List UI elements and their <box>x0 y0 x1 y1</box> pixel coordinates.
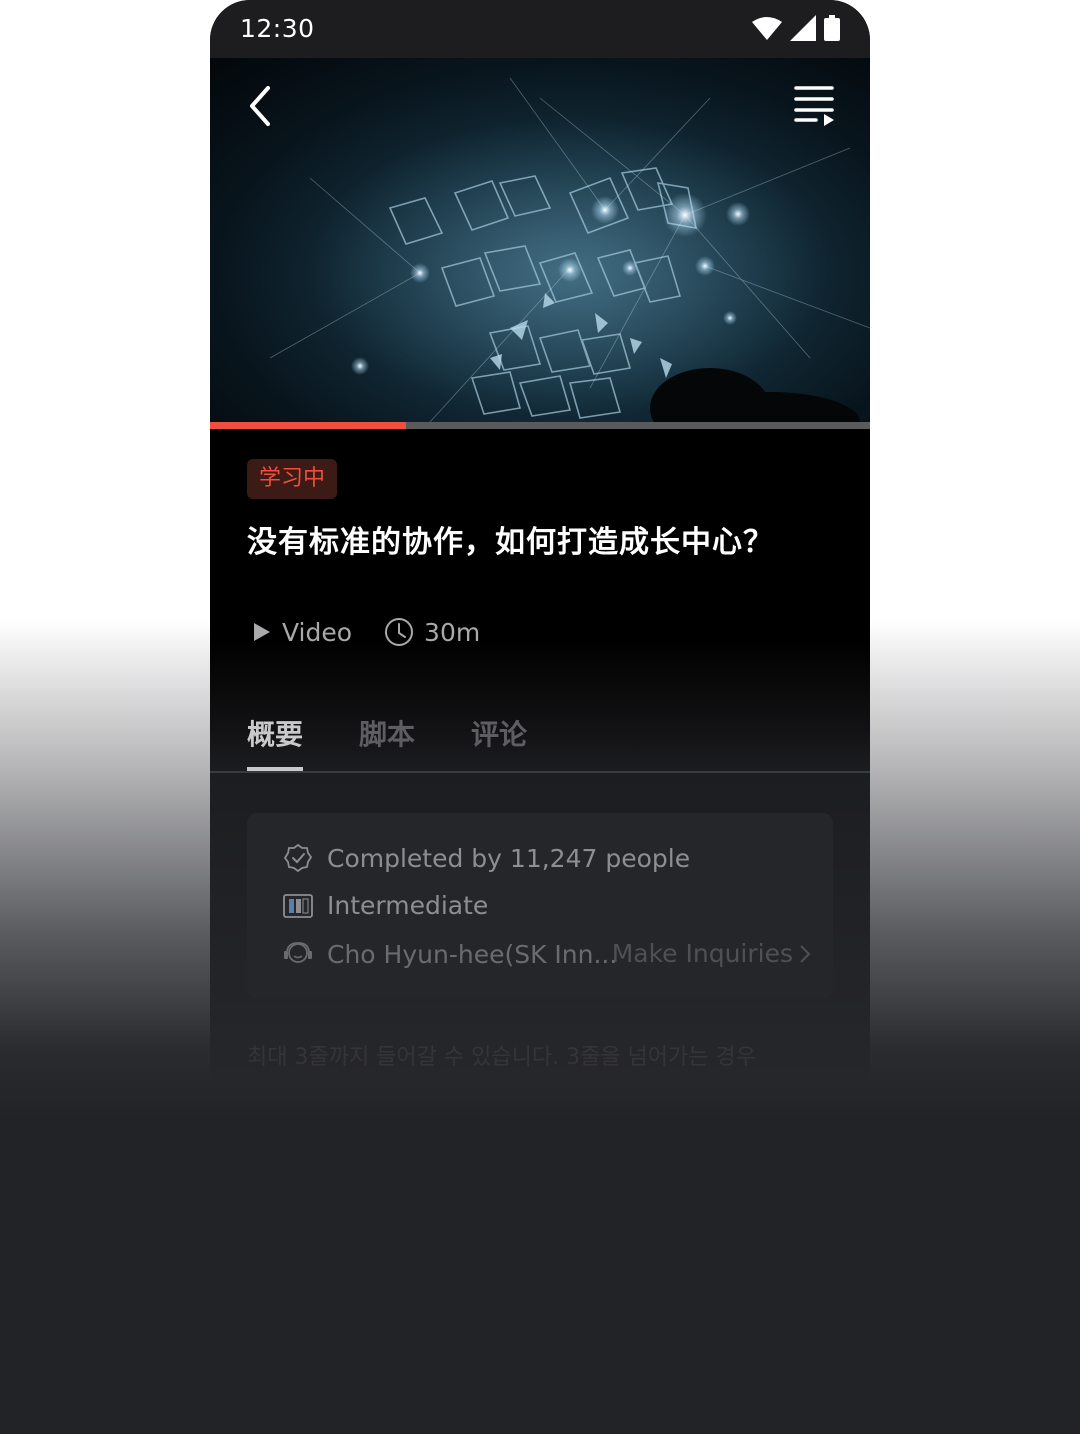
content-duration: 30m <box>384 617 480 647</box>
play-icon <box>254 623 270 641</box>
instructor-row: Cho Hyun-hee(SK Inn... <box>283 939 617 969</box>
difficulty-level: Intermediate <box>327 891 489 920</box>
battery-icon <box>824 15 840 41</box>
course-info-card: Completed by 11,247 people Intermediate <box>247 813 833 999</box>
playlist-button[interactable] <box>792 84 836 126</box>
tab-divider <box>210 771 870 773</box>
course-title: 没有标准的协作，如何打造成长中心？ <box>247 525 774 560</box>
playlist-icon <box>794 86 834 126</box>
status-badge: 学习中 <box>247 459 338 499</box>
tab-bar: 概要 脚本 评论 <box>247 713 527 771</box>
video-progress-fill <box>210 422 407 429</box>
content-type: Video <box>252 618 352 647</box>
course-description: 최대 3줄까지 들어갈 수 있습니다. 3줄을 넘어가는 경우 <box>247 1045 756 1070</box>
duration-label: 30m <box>424 617 481 647</box>
course-content: 学习中 没有标准的协作，如何打造成长中心？ Video 30m 概要 脚本 评论 <box>210 429 870 1080</box>
make-inquiries-link[interactable]: Make Inquiries <box>612 939 811 968</box>
wifi-icon <box>752 17 782 40</box>
inquiry-label: Make Inquiries <box>611 939 793 968</box>
content-type-label: Video <box>282 617 353 647</box>
status-icons <box>752 15 840 41</box>
level-row: Intermediate <box>283 891 488 920</box>
back-button[interactable] <box>240 82 280 130</box>
status-bar: 12:30 <box>210 0 870 58</box>
instructor-name: Cho Hyun-hee(SK Inn... <box>327 939 618 969</box>
chevron-left-icon <box>250 86 270 126</box>
clock-icon <box>385 618 414 646</box>
course-meta: Video 30m <box>252 617 512 647</box>
signal-icon <box>790 15 816 41</box>
tab-comments[interactable]: 评论 <box>471 713 527 771</box>
level-bars-icon <box>283 893 313 918</box>
completion-row: Completed by 11,247 people <box>283 843 690 873</box>
completion-count: Completed by 11,247 people <box>327 843 691 873</box>
chevron-right-icon <box>800 944 811 963</box>
tab-script[interactable]: 脚本 <box>359 713 415 771</box>
phone-screen: 12:30 学习中 没有标准的协作，如何打造成长中心？ Video 30m 概要… <box>210 0 870 1080</box>
status-time: 12:30 <box>240 14 315 43</box>
video-thumbnail <box>269 77 870 422</box>
tab-overview[interactable]: 概要 <box>247 713 304 771</box>
video-player[interactable] <box>210 58 870 422</box>
instructor-icon <box>284 942 312 963</box>
verified-badge-icon <box>283 843 313 873</box>
video-progress-bar[interactable] <box>210 422 870 429</box>
